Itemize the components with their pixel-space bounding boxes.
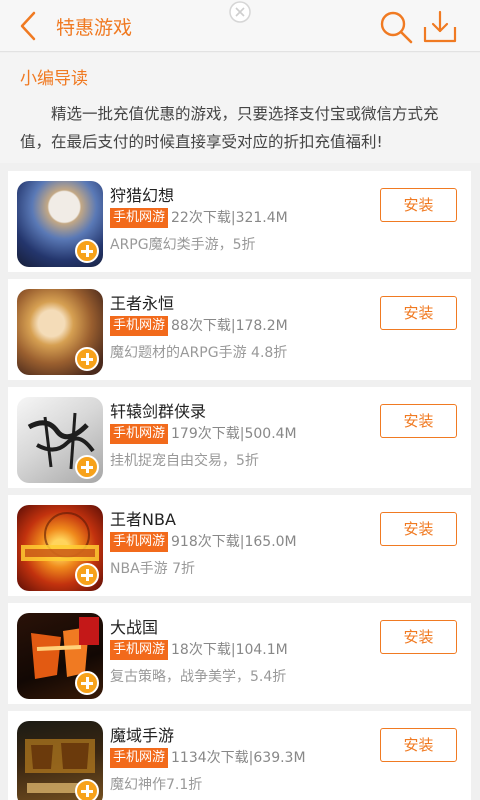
search-icon <box>380 11 413 44</box>
install-button[interactable]: 安装 <box>380 404 457 438</box>
download-icon <box>423 10 457 43</box>
category-tag: 手机网游 <box>110 532 169 552</box>
app-icon <box>17 613 103 699</box>
category-tag: 手机网游 <box>110 748 169 768</box>
app-meta: 手机网游 88次下载|178.2M <box>110 316 288 336</box>
app-name: 狩猎幻想 <box>110 186 175 205</box>
app-meta: 手机网游 179次下载|500.4M <box>110 424 297 444</box>
app-icon <box>17 181 103 267</box>
list-item[interactable]: 大战国 手机网游 18次下载|104.1M 复古策略，战争美学，5.4折 安装 <box>8 603 471 704</box>
file-size: 639.3M <box>253 750 306 766</box>
download-button[interactable] <box>420 9 460 47</box>
file-size: 178.2M <box>235 318 288 334</box>
plus-badge-icon <box>75 671 99 695</box>
category-tag: 手机网游 <box>110 316 169 336</box>
app-meta: 手机网游 22次下载|321.4M <box>110 208 288 228</box>
intro-title: 小编导读 <box>20 69 88 89</box>
file-size: 321.4M <box>235 210 288 226</box>
list-item[interactable]: 王者NBA 手机网游 918次下载|165.0M NBA手游 7折 安装 <box>8 495 471 596</box>
app-meta: 手机网游 1134次下载|639.3M <box>110 748 306 768</box>
file-size: 104.1M <box>235 642 288 658</box>
download-count: 1134次下载 <box>171 750 249 766</box>
download-count: 88次下载 <box>171 318 231 334</box>
download-count: 179次下载 <box>171 426 240 442</box>
install-button[interactable]: 安装 <box>380 620 457 654</box>
file-size: 165.0M <box>244 534 297 550</box>
list-item[interactable]: 魔域手游 手机网游 1134次下载|639.3M 魔幻神作7.1折 安装 <box>8 711 471 800</box>
plus-badge-icon <box>75 563 99 587</box>
install-button[interactable]: 安装 <box>380 188 457 222</box>
app-description: 挂机捉宠自由交易，5折 <box>110 453 259 469</box>
download-count: 18次下载 <box>171 642 231 658</box>
app-icon <box>17 721 103 800</box>
app-icon <box>17 505 103 591</box>
app-meta: 手机网游 918次下载|165.0M <box>110 532 297 552</box>
download-count: 22次下载 <box>171 210 231 226</box>
list-item[interactable]: 轩辕剑群侠录 手机网游 179次下载|500.4M 挂机捉宠自由交易，5折 安装 <box>8 387 471 488</box>
plus-badge-icon <box>75 239 99 263</box>
top-bar: 特惠游戏 <box>0 0 480 52</box>
app-description: 复古策略，战争美学，5.4折 <box>110 669 287 685</box>
category-tag: 手机网游 <box>110 208 169 228</box>
plus-badge-icon <box>75 779 99 800</box>
app-meta: 手机网游 18次下载|104.1M <box>110 640 288 660</box>
install-button[interactable]: 安装 <box>380 728 457 762</box>
category-tag: 手机网游 <box>110 424 169 444</box>
app-name: 王者NBA <box>110 510 176 529</box>
app-description: ARPG魔幻类手游，5折 <box>110 237 256 253</box>
app-name: 轩辕剑群侠录 <box>110 402 207 421</box>
install-button[interactable]: 安装 <box>380 296 457 330</box>
plus-badge-icon <box>75 455 99 479</box>
intro-text: 精选一批充值优惠的游戏，只要选择支付宝或微信方式充值，在最后支付的时候直接享受对… <box>20 105 439 151</box>
plus-badge-icon <box>75 347 99 371</box>
list-item[interactable]: 狩猎幻想 手机网游 22次下载|321.4M ARPG魔幻类手游，5折 安装 <box>8 171 471 272</box>
list-item[interactable]: 王者永恒 手机网游 88次下载|178.2M 魔幻题材的ARPG手游 4.8折 安… <box>8 279 471 380</box>
app-description: 魔幻神作7.1折 <box>110 777 203 793</box>
install-button[interactable]: 安装 <box>380 512 457 546</box>
app-icon <box>17 289 103 375</box>
chevron-left-icon <box>20 11 36 41</box>
app-description: 魔幻题材的ARPG手游 4.8折 <box>110 345 288 361</box>
app-icon <box>17 397 103 483</box>
app-name: 魔域手游 <box>110 726 175 745</box>
close-icon <box>228 0 252 24</box>
app-description: NBA手游 7折 <box>110 561 196 577</box>
back-button[interactable] <box>12 8 48 44</box>
page-title: 特惠游戏 <box>56 17 133 39</box>
search-button[interactable] <box>378 9 414 45</box>
category-tag: 手机网游 <box>110 640 169 660</box>
editor-intro: 小编导读 精选一批充值优惠的游戏，只要选择支付宝或微信方式充值，在最后支付的时候… <box>0 53 480 163</box>
app-name: 王者永恒 <box>110 294 175 313</box>
file-size: 500.4M <box>244 426 297 442</box>
app-name: 大战国 <box>110 618 159 637</box>
download-count: 918次下载 <box>171 534 240 550</box>
